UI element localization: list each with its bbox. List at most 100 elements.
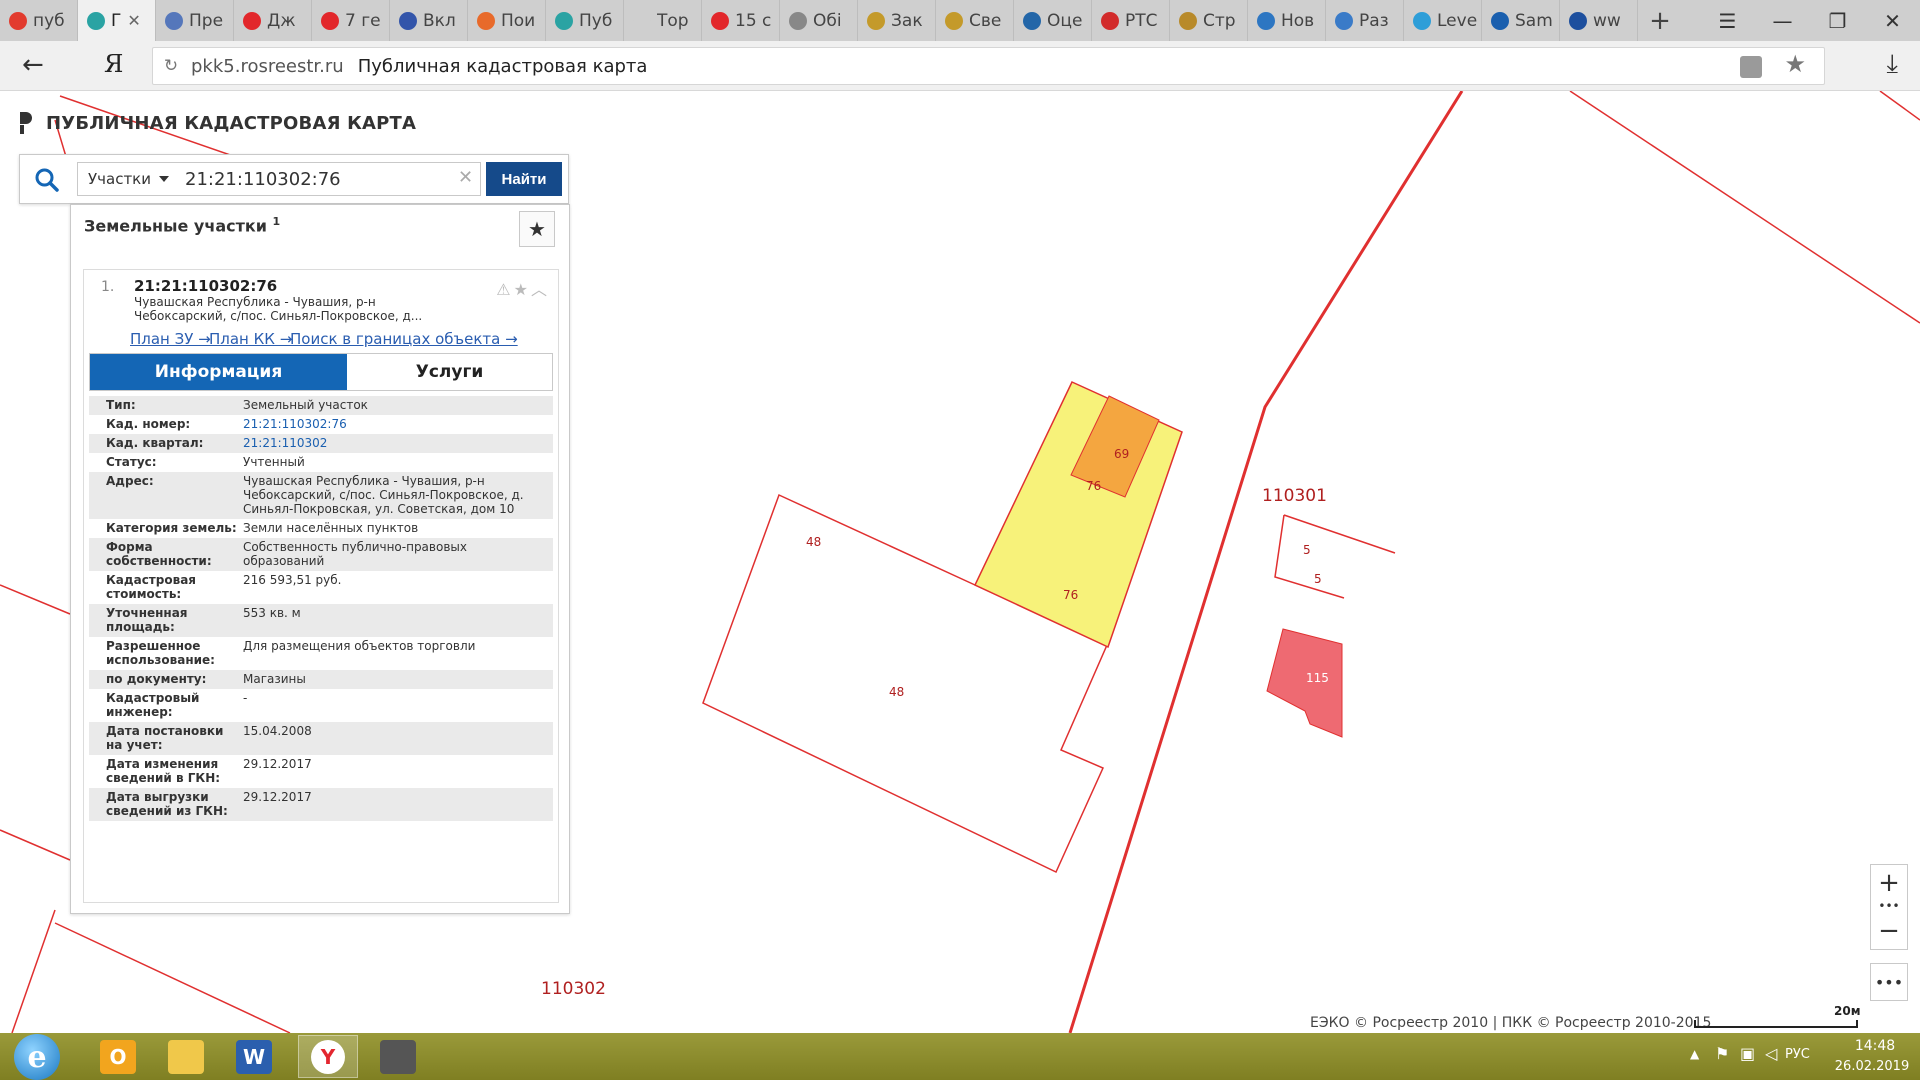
ie-icon[interactable]: e: [14, 1034, 60, 1080]
browser-tab[interactable]: РТС: [1092, 0, 1170, 41]
plot-label: 76: [1086, 479, 1102, 493]
browser-tab[interactable]: Вкл: [390, 0, 468, 41]
browser-tab[interactable]: Зак: [858, 0, 936, 41]
browser-tab[interactable]: Leve: [1404, 0, 1482, 41]
menu-icon[interactable]: ☰: [1700, 0, 1755, 41]
browser-tab[interactable]: Дж: [234, 0, 312, 41]
object-type-select[interactable]: Участки: [77, 162, 172, 196]
explorer-icon[interactable]: [156, 1035, 216, 1078]
plan-zu-link[interactable]: План ЗУ →: [130, 330, 211, 348]
browser-tab-label: Оце: [1047, 10, 1083, 31]
plot-label: 76: [1063, 588, 1079, 602]
browser-tab[interactable]: пуб: [0, 0, 78, 41]
bookmark-star-icon[interactable]: ★: [1784, 50, 1806, 78]
info-row: Дата выгрузки сведений из ГКН: 29.12.2017: [89, 788, 553, 821]
map-scale-label: 20м: [1834, 1004, 1861, 1018]
info-value: 29.12.2017: [243, 790, 312, 804]
browser-tab[interactable]: Раз: [1326, 0, 1404, 41]
zoom-in-button[interactable]: +: [1871, 865, 1907, 901]
info-key: Форма собственности:: [106, 540, 212, 568]
language-indicator[interactable]: РУС: [1785, 1047, 1810, 1062]
browser-tab[interactable]: Стр: [1170, 0, 1248, 41]
browser-tab[interactable]: Тор: [624, 0, 702, 41]
favorites-star-button[interactable]: ★: [519, 211, 555, 247]
find-button[interactable]: Найти: [486, 162, 562, 196]
rosreestr-icon: [555, 11, 573, 30]
browser-tab[interactable]: Г ✕: [78, 0, 156, 41]
lock-icon[interactable]: [1740, 56, 1762, 78]
tab-services[interactable]: Услуги: [347, 354, 552, 390]
chevron-up-icon[interactable]: ︿: [531, 280, 550, 299]
network-icon[interactable]: ▣: [1740, 1044, 1755, 1063]
browser-tab[interactable]: Пре: [156, 0, 234, 41]
scanner-icon[interactable]: [368, 1035, 428, 1078]
new-tab-button[interactable]: +: [1638, 0, 1682, 41]
info-value[interactable]: 21:21:110302: [243, 436, 543, 450]
info-key: по документу:: [106, 672, 207, 686]
clear-icon[interactable]: ✕: [458, 167, 473, 188]
info-value: Земли населённых пунктов: [243, 521, 419, 535]
browser-tab-bar: пуб Г ✕ Пре Дж 7 ге Вкл Пои Пуб Тор 15 с Обі Зак Све О…: [0, 0, 1920, 41]
browser-tab[interactable]: Sam: [1482, 0, 1560, 41]
star-icon[interactable]: ★: [514, 280, 531, 299]
clock-date[interactable]: 26.02.2019: [1832, 1059, 1912, 1074]
browser-tab-label: Sam: [1515, 10, 1553, 31]
info-row: Тип: Земельный участок: [89, 396, 553, 415]
info-row: по документу: Магазины: [89, 670, 553, 689]
close-tab-icon[interactable]: ✕: [127, 11, 140, 30]
diamond-icon: [1023, 11, 1041, 30]
download-icon[interactable]: ⤓: [1887, 49, 1899, 80]
browser-tab[interactable]: Нов: [1248, 0, 1326, 41]
zoom-out-button[interactable]: −: [1871, 913, 1907, 949]
browser-tab-label: 7 ге: [345, 10, 381, 31]
search-input[interactable]: [171, 162, 481, 196]
browser-tab[interactable]: Све: [936, 0, 1014, 41]
tab-information[interactable]: Информация: [90, 354, 347, 390]
browser-tab[interactable]: ww: [1560, 0, 1638, 41]
map-scale-bar: [1694, 1020, 1858, 1028]
warning-icon[interactable]: ⚠: [496, 280, 513, 299]
page-title: ПУБЛИЧНАЯ КАДАСТРОВАЯ КАРТА: [20, 112, 416, 134]
browser-tab[interactable]: Пои: [468, 0, 546, 41]
more-options-button[interactable]: •••: [1870, 963, 1908, 1001]
info-row: Форма собственности: Собственность публич…: [89, 538, 553, 571]
browser-tab[interactable]: Пуб: [546, 0, 624, 41]
volume-icon[interactable]: ◁: [1765, 1044, 1777, 1063]
browser-tab-label: 15 с: [735, 10, 772, 31]
result-cad-number[interactable]: 21:21:110302:76: [134, 277, 277, 295]
info-row: Статус: Учтенный: [89, 453, 553, 472]
wheat-icon: [1179, 11, 1197, 30]
browser-tab[interactable]: Оце: [1014, 0, 1092, 41]
browser-tab-label: РТС: [1125, 10, 1158, 31]
results-header-text: Земельные участки: [84, 216, 267, 236]
word-icon[interactable]: W: [224, 1035, 284, 1078]
browser-tab[interactable]: Обі: [780, 0, 858, 41]
boundary-line: [1283, 514, 1396, 554]
info-value[interactable]: 21:21:110302:76: [243, 417, 543, 431]
search-in-bounds-link[interactable]: Поиск в границах объекта →: [290, 330, 518, 348]
info-key: Статус:: [106, 455, 157, 469]
search-icon[interactable]: [34, 167, 60, 193]
info-row: Разрешенное использование: Для размещения…: [89, 637, 553, 670]
flag-icon[interactable]: ⚑: [1715, 1044, 1729, 1063]
back-arrow-icon[interactable]: ←: [22, 50, 44, 80]
results-header: Земельные участки 1: [84, 215, 280, 235]
plan-kk-link[interactable]: План КК →: [209, 330, 292, 348]
info-key: Адрес:: [106, 474, 154, 488]
minimize-icon[interactable]: —: [1755, 0, 1810, 41]
url-field[interactable]: ↻ pkk5.rosreestr.ru Публичная кадастрова…: [152, 47, 1825, 85]
clock-time[interactable]: 14:48: [1840, 1038, 1910, 1054]
yandex-browser-icon[interactable]: Y: [298, 1035, 358, 1078]
info-row: Кадастровая стоимость: 216 593,51 руб.: [89, 571, 553, 604]
outlook-icon[interactable]: O: [88, 1035, 148, 1078]
browser-tab[interactable]: 7 ге: [312, 0, 390, 41]
browser-tab-label: Зак: [891, 10, 923, 31]
restore-icon[interactable]: ❐: [1810, 0, 1865, 41]
reload-icon[interactable]: ↻: [153, 56, 189, 76]
search-bar: Участки ✕ Найти: [19, 154, 569, 204]
close-window-icon[interactable]: ✕: [1865, 0, 1920, 41]
yandex-logo[interactable]: Я: [104, 50, 123, 78]
tray-expand-icon[interactable]: ▲: [1690, 1047, 1699, 1061]
browser-tab-label: ww: [1593, 10, 1621, 31]
browser-tab[interactable]: 15 с: [702, 0, 780, 41]
